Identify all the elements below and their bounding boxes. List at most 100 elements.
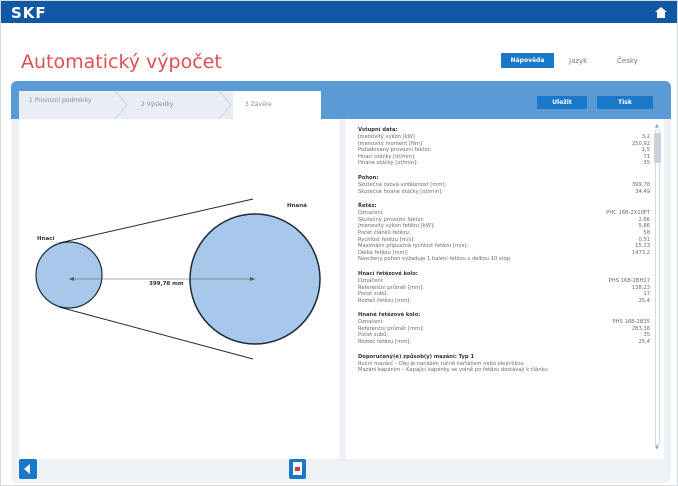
tab-label: 2 Výsledky: [141, 101, 174, 108]
result-row: Referenční průměr [mm]: 138,23: [358, 285, 654, 292]
result-value: 2,66: [638, 216, 650, 223]
tab-operating-conditions[interactable]: 1 Provozní podmínky: [19, 91, 119, 119]
scroll-track[interactable]: [655, 129, 660, 445]
result-value: PHC 16B-2X10FT: [606, 210, 650, 217]
tab-label: 1 Provozní podmínky: [29, 97, 92, 104]
center-distance-label: 399,78 mm: [149, 281, 184, 287]
result-label: Jmenovitý výkon [kW]: [358, 134, 415, 140]
tab-label: 3 Závěre: [245, 101, 272, 108]
result-value: 35: [643, 160, 650, 167]
driven-label: Hnaná: [287, 203, 307, 209]
language-label: Jazyk: [569, 57, 588, 65]
result-label: Označení:: [358, 210, 384, 217]
result-row: Maximální přípustná rychlost řetězu [m/s…: [358, 243, 654, 250]
result-row: Hnané otáčky [ot/min]: 35: [358, 160, 654, 167]
result-value: 399,78: [631, 181, 650, 188]
result-section: Pohon: Skutečná osová vzdálenost [mm]: 399…: [358, 175, 654, 195]
result-value: PHS 16B-2B35: [612, 319, 650, 326]
result-label: Maximální přípustná rychlost řetězu [m/s…: [358, 243, 469, 250]
result-section: Doporučený(é) způsob(y) mazání: Typ 1 Ruč…: [358, 354, 654, 374]
results-scrollbar[interactable]: ▲ ▼: [654, 123, 661, 453]
scroll-thumb[interactable]: [654, 133, 661, 163]
app-window: SKF Automatický výpočet Nápověda Jazyk Č…: [0, 0, 678, 486]
result-label: Mazání kapáním – Kapající kapénky se vol…: [358, 367, 548, 374]
result-row: Označení: PHS 16B-2B35: [358, 319, 654, 326]
save-button[interactable]: Uložit: [537, 96, 587, 109]
result-section: Hnané řetězové kolo: Označení: PHS 16B-2B3…: [358, 312, 654, 345]
result-value: 34,49: [635, 188, 650, 195]
result-row: Skutečné hnané otáčky [ot/min]: 34,49: [358, 189, 654, 196]
result-value: 25,4: [638, 297, 650, 304]
result-value: 138,23: [631, 284, 650, 291]
result-row: Požadovaný provozní faktor: 1,5: [358, 147, 654, 154]
scroll-down-icon[interactable]: ▼: [655, 445, 659, 451]
result-section: Řetěz: Označení: PHC 16B-2X10FT Skutečný pr…: [358, 203, 654, 263]
drive-diagram-panel: Hnací Hnaná 399,78 mm: [19, 119, 339, 459]
language-select[interactable]: Česky: [617, 57, 638, 65]
result-label: Rozteč řetězu [mm]:: [358, 339, 411, 346]
result-label: Počet článků řetězu:: [358, 229, 411, 236]
results-panel: Vstupní data: Jmenovitý výkon [kW] 3,2 Jmen…: [346, 119, 664, 459]
result-label: Skutečná osová vzdálenost [mm]:: [358, 181, 447, 188]
result-label: Rozteč řetězu [mm]:: [358, 297, 411, 304]
result-row: Označení: PHS 16B-2BH17: [358, 278, 654, 285]
result-row: Jmenovitý výkon řetězu [kW]: 5,86: [358, 223, 654, 230]
driving-sprocket: [35, 241, 103, 309]
result-label: Jmenovitý výkon řetězu [kW]:: [358, 223, 435, 230]
result-value: 1,5: [641, 147, 650, 154]
result-section-title: Hnací řetězové kolo:: [358, 270, 418, 277]
result-row: Počet zubů: 17: [358, 291, 654, 298]
print-button[interactable]: Tisk: [597, 96, 653, 109]
result-row: Počet článků řetězu: 58: [358, 230, 654, 237]
result-value: 0,51: [638, 236, 650, 243]
result-label: Skutečné hnané otáčky [ot/min]:: [358, 188, 443, 195]
result-value: 71: [643, 153, 650, 160]
home-icon[interactable]: [655, 7, 667, 18]
result-row: Mazání kapáním – Kapající kapénky se vol…: [358, 367, 654, 374]
result-section-title: Hnané řetězové kolo:: [358, 312, 421, 319]
back-button[interactable]: [19, 459, 37, 479]
pdf-export-button[interactable]: [289, 459, 306, 479]
result-value: 15,23: [635, 243, 650, 250]
result-value: 17: [643, 291, 650, 298]
help-button[interactable]: Nápověda: [501, 53, 554, 68]
top-bar: SKF: [1, 1, 677, 23]
result-value: 1473,2: [631, 249, 650, 256]
result-row: Navržený pohon vyžaduje 1 balení řetězu …: [358, 256, 654, 263]
tab-separator-icon: [114, 91, 128, 119]
result-row: Jmenovitý výkon [kW] 3,2: [358, 134, 654, 141]
result-label: Počet zubů:: [358, 291, 389, 298]
results-list: Vstupní data: Jmenovitý výkon [kW] 3,2 Jmen…: [358, 127, 654, 455]
driving-label: Hnací: [37, 236, 55, 242]
chain-drive-diagram: [35, 198, 321, 360]
result-value: 250,92: [631, 140, 650, 147]
tab-conclusion[interactable]: 3 Závěre: [233, 91, 321, 119]
result-row: Skutečná osová vzdálenost [mm]: 399,78: [358, 182, 654, 189]
result-section-title: Vstupní data:: [358, 127, 398, 133]
result-value: 25,4: [638, 339, 650, 346]
result-value: 3,2: [641, 134, 650, 140]
result-value: 35: [643, 332, 650, 339]
page-title: Automatický výpočet: [21, 51, 222, 73]
result-label: Označení:: [358, 277, 384, 284]
result-section-title: Řetěz:: [358, 203, 377, 210]
brand-logo: SKF: [11, 4, 47, 22]
result-row: Rozteč řetězu [mm]: 25,4: [358, 339, 654, 346]
result-section-title: Doporučený(é) způsob(y) mazání: Typ 1: [358, 353, 475, 360]
result-label: Požadovaný provozní faktor:: [358, 147, 432, 154]
result-value: 283,36: [631, 325, 650, 332]
result-value: 5,86: [638, 223, 650, 230]
result-label: Označení:: [358, 319, 384, 326]
result-row: Označení: PHC 16B-2X10FT: [358, 210, 654, 217]
result-section: Vstupní data: Jmenovitý výkon [kW] 3,2 Jmen…: [358, 127, 654, 167]
result-label: Navržený pohon vyžaduje 1 balení řetězu …: [358, 256, 511, 263]
result-row: Rozteč řetězu [mm]: 25,4: [358, 298, 654, 305]
result-row: Referenční průměr [mm]: 283,36: [358, 326, 654, 333]
tab-results[interactable]: 2 Výsledky: [131, 91, 223, 119]
result-value: 58: [643, 229, 650, 236]
result-section-title: Pohon:: [358, 174, 379, 181]
step-tabs: 1 Provozní podmínky 2 Výsledky 3 Závěre: [19, 91, 321, 119]
result-value: PHS 16B-2BH17: [608, 277, 650, 284]
result-section: Hnací řetězové kolo: Označení: PHS 16B-2BH…: [358, 271, 654, 304]
page-header: Automatický výpočet Nápověda Jazyk Česky: [1, 23, 677, 83]
